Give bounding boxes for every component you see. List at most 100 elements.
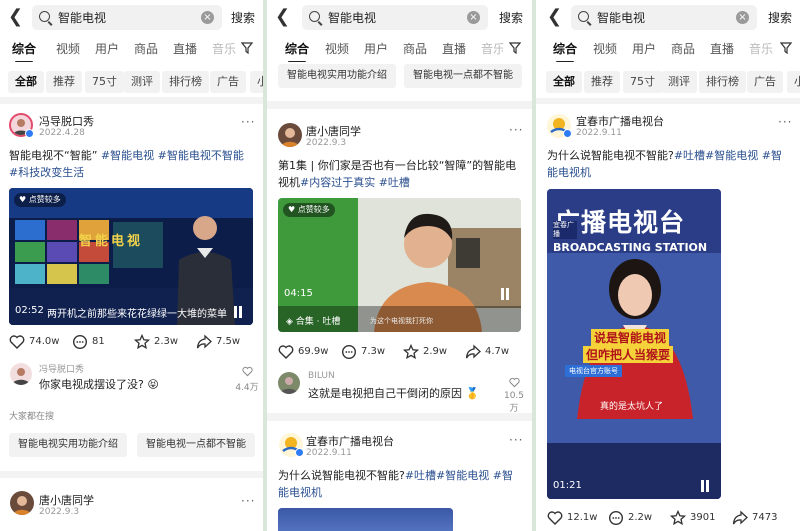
comment-like[interactable]: 10.5万 bbox=[500, 377, 528, 414]
tab-users[interactable]: 用户 bbox=[95, 40, 119, 57]
hashtags[interactable]: #内容过于真实 #吐槽 bbox=[300, 176, 410, 189]
chip-ads[interactable]: 广告 bbox=[210, 71, 246, 93]
heart-icon bbox=[278, 345, 294, 359]
author-name[interactable]: 宜春市广播电视台 bbox=[576, 113, 664, 129]
verified-icon bbox=[25, 129, 34, 138]
search-input[interactable]: 智能电视 × bbox=[302, 5, 488, 30]
post-description[interactable]: 为什么说智能电视不智能?#吐槽#智能电视 #智能电视机 bbox=[547, 147, 792, 181]
filter-icon[interactable] bbox=[780, 42, 792, 54]
divider bbox=[267, 413, 532, 421]
author-name[interactable]: 唐小唐同学 bbox=[39, 492, 94, 508]
tab-general[interactable]: 综合 bbox=[12, 40, 36, 62]
star-icon bbox=[134, 334, 150, 350]
chip-ranking[interactable]: 排行榜 bbox=[162, 71, 209, 93]
post-date: 2022.4.28 bbox=[39, 128, 85, 138]
clear-icon[interactable]: × bbox=[467, 11, 480, 24]
tab-video[interactable]: 视频 bbox=[56, 40, 80, 57]
tab-live[interactable]: 直播 bbox=[442, 40, 466, 57]
related-search-item[interactable]: 智能电视实用功能介绍 bbox=[9, 433, 127, 457]
video-thumbnail[interactable] bbox=[278, 508, 453, 531]
more-icon[interactable]: ··· bbox=[241, 494, 255, 508]
desc-text: 为什么说智能电视不智能? bbox=[278, 469, 405, 482]
tab-goods[interactable]: 商品 bbox=[671, 40, 695, 57]
search-button[interactable]: 搜索 bbox=[231, 9, 255, 26]
tab-live[interactable]: 直播 bbox=[173, 40, 197, 57]
comment-like[interactable]: 4.4万 bbox=[233, 366, 261, 393]
author-name[interactable]: 冯导脱口秀 bbox=[39, 113, 94, 129]
post-description[interactable]: 为什么说智能电视不智能?#吐槽#智能电视 #智能电视机 bbox=[278, 467, 520, 501]
search-screen-1: ❮ 智能电视 × 搜索 综合 视频 用户 商品 直播 音乐 全部 推荐 75寸 … bbox=[0, 0, 263, 531]
tab-live[interactable]: 直播 bbox=[710, 40, 734, 57]
related-search-item[interactable]: 智能电视一点都不智能 bbox=[404, 64, 522, 88]
divider bbox=[0, 97, 263, 104]
author-name[interactable]: 唐小唐同学 bbox=[306, 123, 361, 139]
chip-more[interactable]: 小 bbox=[787, 71, 800, 93]
avatar[interactable] bbox=[278, 123, 302, 147]
comment-text: 这就是电视把自己干倒闭的原因 🥇 bbox=[308, 387, 480, 400]
chip-ads[interactable]: 广告 bbox=[747, 71, 783, 93]
chip-recommend[interactable]: 推荐 bbox=[584, 71, 620, 93]
back-arrow-icon[interactable]: ❮ bbox=[8, 7, 23, 27]
video-thumbnail[interactable]: ♥ 点赞较多 04:15 ◈ 合集 · 吐槽 为这个电视我打死你 bbox=[278, 198, 521, 332]
clear-icon[interactable]: × bbox=[201, 11, 214, 24]
chip-more[interactable]: 小 bbox=[250, 71, 263, 93]
search-input[interactable]: 智能电视 × bbox=[571, 5, 757, 30]
tab-goods[interactable]: 商品 bbox=[403, 40, 427, 57]
tab-general[interactable]: 综合 bbox=[285, 40, 309, 62]
comment-icon bbox=[341, 344, 357, 360]
chip-ranking[interactable]: 排行榜 bbox=[699, 71, 746, 93]
tab-users[interactable]: 用户 bbox=[364, 40, 388, 57]
chip-all[interactable]: 全部 bbox=[8, 71, 44, 93]
commenter-avatar bbox=[10, 363, 32, 385]
share-icon bbox=[465, 344, 481, 359]
post-description[interactable]: 第1集 | 你们家是否也有一台比较“智障”的智能电视机#内容过于真实 #吐槽 bbox=[278, 157, 520, 191]
video-thumbnail[interactable]: 广播电视台 BROADCASTING STATION 宜春广播 说是智能电视 但… bbox=[547, 189, 721, 499]
more-icon[interactable]: ··· bbox=[241, 115, 255, 129]
video-thumbnail[interactable]: 智能电视 ♥ 点赞较多 02:52 两开机之前那些来花花绿绿一大堆的菜单 bbox=[9, 188, 253, 325]
filter-icon[interactable] bbox=[509, 42, 521, 54]
search-input[interactable]: 智能电视 × bbox=[32, 5, 222, 30]
chip-75-inch[interactable]: 75寸 bbox=[85, 71, 124, 93]
author-name[interactable]: 宜春市广播电视台 bbox=[306, 433, 394, 449]
collection-label[interactable]: ◈ 合集 · 吐槽 bbox=[286, 314, 340, 327]
tab-music[interactable]: 音乐 bbox=[749, 40, 773, 57]
pause-icon[interactable] bbox=[233, 306, 243, 318]
search-screen-2: ❮ 智能电视 × 搜索 综合 视频 用户 商品 直播 音乐 智能电视实用功能介绍… bbox=[267, 0, 532, 531]
verified-icon bbox=[563, 129, 572, 138]
tab-music[interactable]: 音乐 bbox=[212, 40, 240, 57]
video-duration: 04:15 bbox=[284, 288, 313, 299]
search-button[interactable]: 搜索 bbox=[768, 9, 792, 26]
chip-review[interactable]: 测评 bbox=[124, 71, 160, 93]
avatar[interactable] bbox=[10, 491, 34, 515]
chip-75-inch[interactable]: 75寸 bbox=[623, 71, 662, 93]
tab-music[interactable]: 音乐 bbox=[481, 40, 503, 57]
tab-video[interactable]: 视频 bbox=[593, 40, 617, 57]
related-search-item[interactable]: 智能电视实用功能介绍 bbox=[278, 64, 396, 88]
back-arrow-icon[interactable]: ❮ bbox=[275, 7, 290, 27]
heart-icon bbox=[508, 377, 520, 388]
tab-goods[interactable]: 商品 bbox=[134, 40, 158, 57]
pause-icon[interactable] bbox=[700, 480, 710, 492]
clear-icon[interactable]: × bbox=[736, 11, 749, 24]
video-caption: 但咋把人当猴耍 bbox=[583, 346, 674, 363]
pause-icon[interactable] bbox=[500, 288, 510, 300]
more-icon[interactable]: ··· bbox=[509, 433, 523, 447]
back-arrow-icon[interactable]: ❮ bbox=[547, 7, 562, 27]
filter-icon[interactable] bbox=[241, 42, 253, 54]
post-description[interactable]: 智能电视不“智能” #智能电视 #智能电视不智能 #科技改变生活 bbox=[9, 147, 255, 181]
search-query: 智能电视 bbox=[328, 11, 377, 25]
chip-recommend[interactable]: 推荐 bbox=[46, 71, 82, 93]
more-icon[interactable]: ··· bbox=[509, 123, 523, 137]
tab-users[interactable]: 用户 bbox=[632, 40, 656, 57]
search-icon bbox=[578, 11, 589, 22]
related-search-item[interactable]: 智能电视一点都不智能 bbox=[137, 433, 255, 457]
comment-like-count: 10.5万 bbox=[503, 391, 525, 414]
post-date: 2022.9.3 bbox=[306, 138, 347, 148]
chip-all[interactable]: 全部 bbox=[546, 71, 582, 93]
more-icon[interactable]: ··· bbox=[778, 115, 792, 129]
search-button[interactable]: 搜索 bbox=[499, 9, 523, 26]
tab-video[interactable]: 视频 bbox=[325, 40, 349, 57]
chip-review[interactable]: 测评 bbox=[661, 71, 697, 93]
tab-general[interactable]: 综合 bbox=[553, 40, 577, 62]
video-duration: 02:52 bbox=[15, 305, 44, 316]
